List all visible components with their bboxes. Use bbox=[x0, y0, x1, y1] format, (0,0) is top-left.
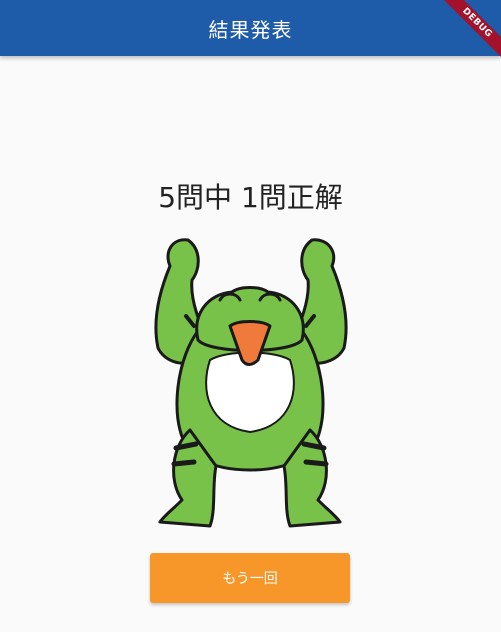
app-screen: 結果発表 DEBUG 5問中 1問正解 もう一回 bbox=[0, 0, 501, 632]
result-score-text: 5問中 1問正解 bbox=[158, 181, 343, 214]
app-bar: 結果発表 bbox=[0, 0, 501, 56]
cheering-frog-illustration bbox=[154, 238, 348, 528]
retry-button[interactable]: もう一回 bbox=[150, 553, 350, 603]
app-bar-title: 結果発表 bbox=[208, 17, 293, 42]
retry-button-label: もう一回 bbox=[222, 571, 278, 587]
